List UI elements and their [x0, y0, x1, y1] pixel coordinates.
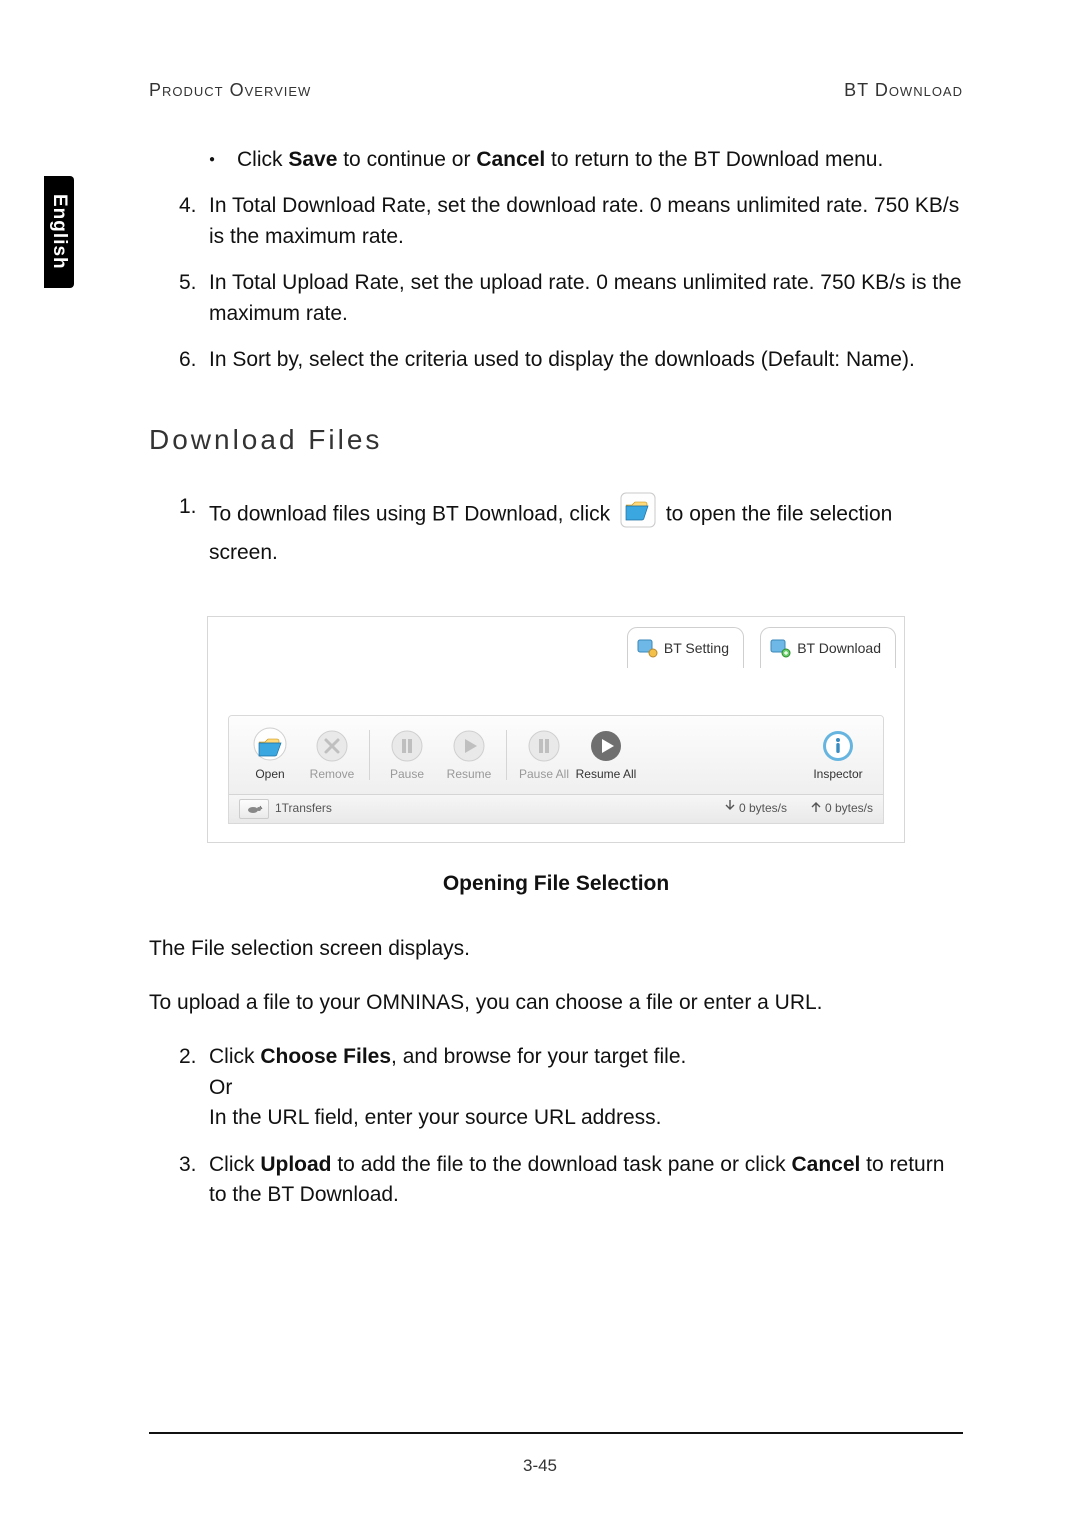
turtle-mode-button[interactable]: [239, 799, 269, 819]
step-2: 2. Click Choose Files, and browse for yo…: [209, 1042, 963, 1133]
button-label: Pause All: [519, 766, 569, 783]
open-button[interactable]: Open: [239, 716, 301, 794]
step-text-a: To download files using BT Download, cli…: [209, 502, 610, 525]
text: Click: [209, 1045, 260, 1068]
step-1: 1. To download files using BT Download, …: [209, 492, 963, 568]
text: to continue or: [337, 148, 476, 171]
step-4: 4. In Total Download Rate, set the downl…: [209, 191, 963, 252]
button-label: Open: [255, 766, 284, 783]
text-bold-save: Save: [288, 148, 337, 171]
toolbar: Open Remove: [229, 716, 883, 794]
step-text: In Sort by, select the criteria used to …: [209, 348, 915, 371]
pause-icon: [387, 726, 427, 766]
button-label: Inspector: [813, 766, 862, 783]
bt-download-window: BT Setting BT Download: [207, 616, 905, 843]
pause-all-button[interactable]: Pause All: [513, 716, 575, 794]
step-text: In Total Upload Rate, set the upload rat…: [209, 271, 962, 324]
resume-button[interactable]: Resume: [438, 716, 500, 794]
bt-setting-icon: [636, 637, 658, 659]
rate-value: 0 bytes/s: [739, 800, 787, 817]
tab-bt-download[interactable]: BT Download: [760, 627, 896, 668]
paragraph: To upload a file to your OMNINAS, you ca…: [149, 988, 963, 1018]
toolbar-area: Open Remove: [228, 715, 884, 824]
text: Click: [237, 148, 288, 171]
header-left: Product Overview: [149, 80, 311, 101]
text-bold-cancel: Cancel: [476, 148, 545, 171]
arrow-up-icon: [811, 800, 821, 817]
tab-label: BT Setting: [664, 638, 729, 658]
text-bold: Upload: [260, 1153, 331, 1176]
tab-label: BT Download: [797, 638, 881, 658]
remove-icon: [312, 726, 352, 766]
step-6: 6. In Sort by, select the criteria used …: [209, 345, 963, 375]
button-label: Resume All: [576, 766, 637, 783]
button-label: Pause: [390, 766, 424, 783]
text: In the URL field, enter your source URL …: [209, 1106, 662, 1129]
pause-icon: [524, 726, 564, 766]
toolbar-divider: [369, 730, 370, 780]
step-text: In Total Download Rate, set the download…: [209, 194, 959, 247]
tabs-row: BT Setting BT Download: [208, 617, 904, 675]
step-number: 3.: [179, 1150, 197, 1180]
status-bar: 1Transfers 0 bytes/s 0 bytes/s: [229, 794, 883, 823]
upload-rate: 0 bytes/s: [811, 800, 873, 817]
folder-open-icon: [620, 492, 656, 537]
page-number: 3-45: [0, 1456, 1080, 1476]
arrow-down-icon: [725, 800, 735, 817]
paragraph: The File selection screen displays.: [149, 934, 963, 964]
step-3: 3. Click Upload to add the file to the d…: [209, 1150, 963, 1211]
section-title: Download Files: [149, 420, 963, 461]
text: to return to the BT Download menu.: [545, 148, 883, 171]
text-bold: Choose Files: [260, 1045, 391, 1068]
text: , and browse for your target file.: [391, 1045, 686, 1068]
step-number: 5.: [179, 268, 197, 298]
remove-button[interactable]: Remove: [301, 716, 363, 794]
play-icon: [449, 726, 489, 766]
rate-value: 0 bytes/s: [825, 800, 873, 817]
text-bold: Cancel: [791, 1153, 860, 1176]
text: Or: [209, 1076, 232, 1099]
text: to add the file to the download task pan…: [332, 1153, 792, 1176]
button-label: Remove: [310, 766, 355, 783]
button-label: Resume: [447, 766, 492, 783]
folder-open-icon: [250, 726, 290, 766]
text: Click: [209, 1153, 260, 1176]
resume-all-button[interactable]: Resume All: [575, 716, 637, 794]
figure-caption: Opening File Selection: [149, 869, 963, 899]
pause-button[interactable]: Pause: [376, 716, 438, 794]
body-content: Click Save to continue or Cancel to retu…: [149, 145, 963, 1227]
step-number: 2.: [179, 1042, 197, 1072]
step-number: 6.: [179, 345, 197, 375]
play-icon: [586, 726, 626, 766]
header-right: BT Download: [844, 80, 963, 101]
transfers-label: 1Transfers: [275, 800, 332, 817]
tab-bt-setting[interactable]: BT Setting: [627, 627, 744, 668]
step-number: 4.: [179, 191, 197, 221]
info-icon: [818, 726, 858, 766]
inspector-button[interactable]: Inspector: [803, 716, 873, 794]
bullet-save-cancel: Click Save to continue or Cancel to retu…: [237, 145, 963, 175]
step-5: 5. In Total Upload Rate, set the upload …: [209, 268, 963, 329]
bottom-rule: [149, 1432, 963, 1434]
download-rate: 0 bytes/s: [725, 800, 787, 817]
toolbar-divider: [506, 730, 507, 780]
language-tab: English: [44, 176, 74, 288]
bt-download-icon: [769, 637, 791, 659]
step-number: 1.: [179, 492, 197, 522]
